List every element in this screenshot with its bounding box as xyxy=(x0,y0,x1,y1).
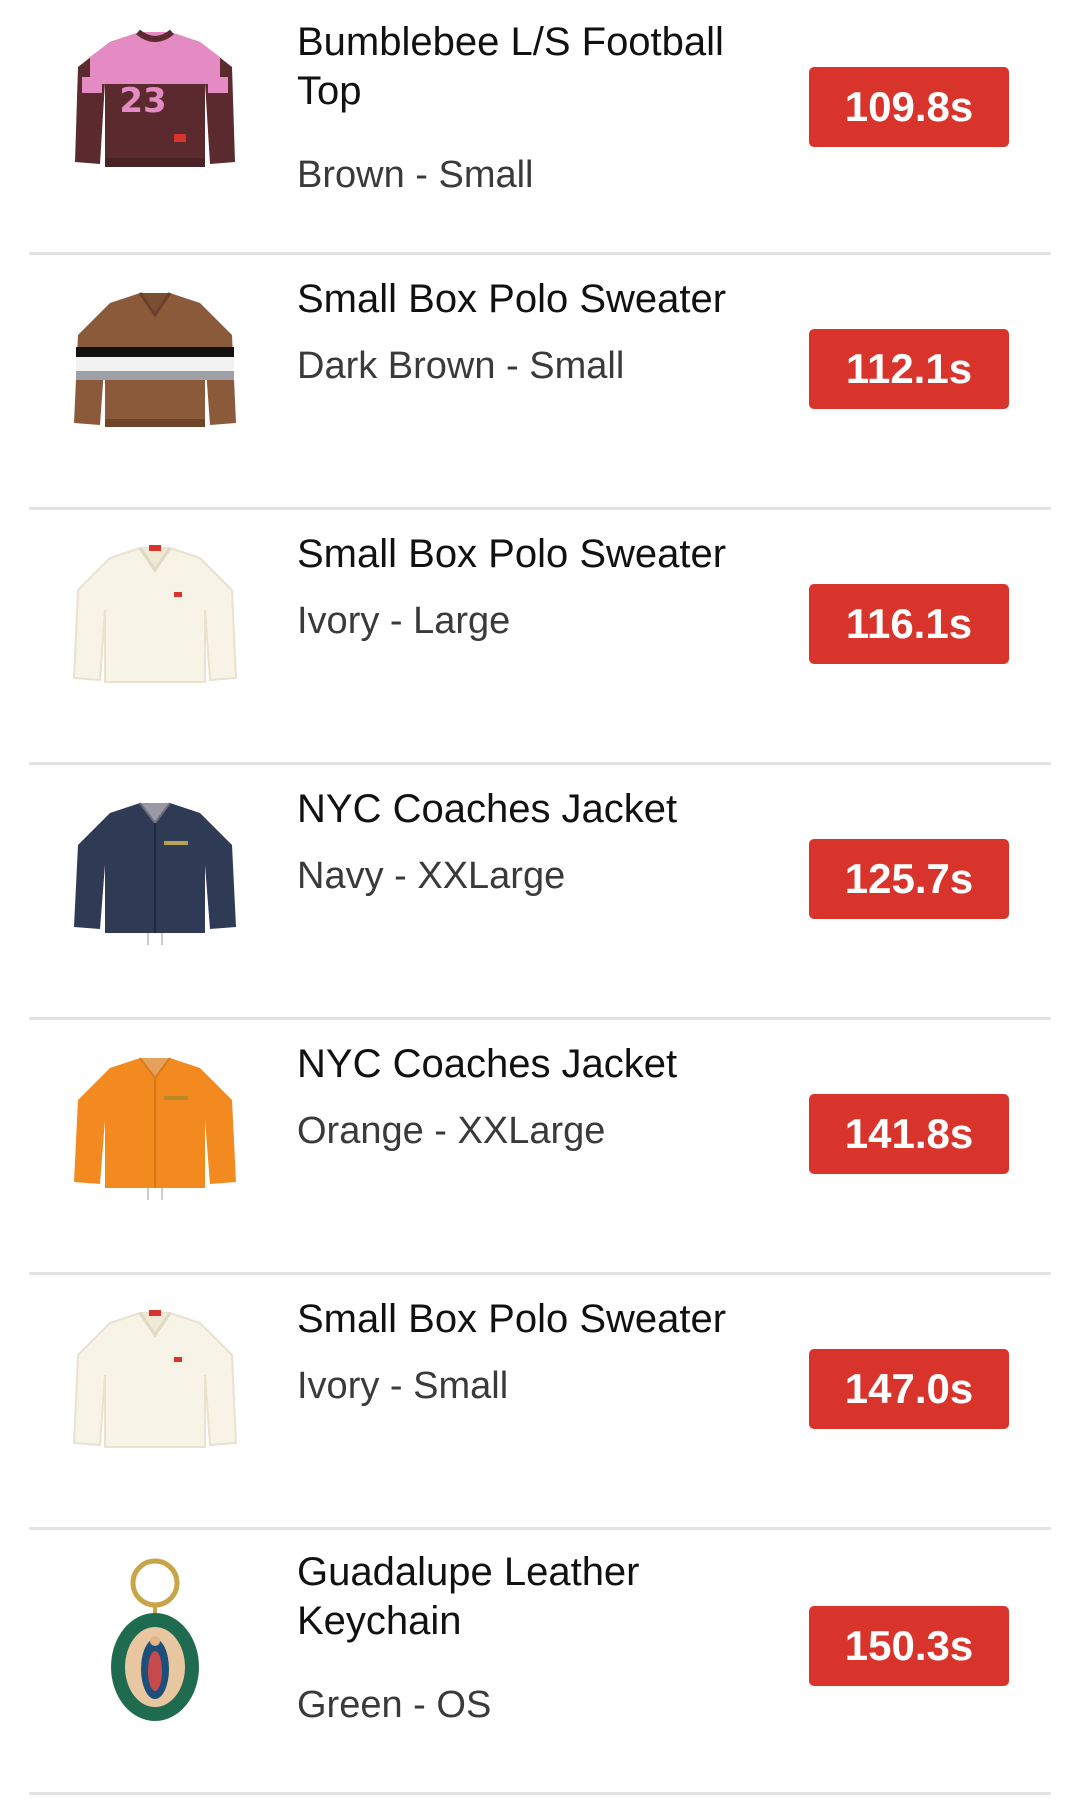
list-item[interactable]: Small Box Polo Sweater Dark Brown - Smal… xyxy=(29,255,1051,510)
price-badge[interactable]: 109.8s xyxy=(809,67,1009,147)
product-variant: Orange - XXLarge xyxy=(297,1110,606,1152)
product-list: 23 Bumblebee L/S Football Top Brown - Sm… xyxy=(0,0,1080,1802)
price-badge[interactable]: 112.1s xyxy=(809,329,1009,409)
green-keychain-icon xyxy=(70,1555,240,1725)
price-badge[interactable]: 125.7s xyxy=(809,839,1009,919)
price-badge[interactable]: 147.0s xyxy=(809,1349,1009,1429)
product-variant: Navy - XXLarge xyxy=(297,855,566,897)
list-item[interactable]: NYC Coaches Jacket Orange - XXLarge 141.… xyxy=(29,1020,1051,1275)
brown-football-top-icon: 23 xyxy=(70,22,240,172)
svg-text:23: 23 xyxy=(119,81,166,121)
ivory-sweater-icon xyxy=(70,540,240,690)
list-item[interactable]: Small Box Polo Sweater Ivory - Small 147… xyxy=(29,1275,1051,1530)
brown-striped-sweater-icon xyxy=(70,285,240,435)
product-variant: Ivory - Large xyxy=(297,600,511,642)
price-badge[interactable]: 116.1s xyxy=(809,584,1009,664)
price-badge[interactable]: 141.8s xyxy=(809,1094,1009,1174)
orange-jacket-icon xyxy=(70,1050,240,1200)
list-item[interactable]: 23 Bumblebee L/S Football Top Brown - Sm… xyxy=(29,0,1051,255)
product-variant: Brown - Small xyxy=(297,154,534,196)
list-item[interactable]: Small Box Polo Sweater Ivory - Large 116… xyxy=(29,510,1051,765)
product-title: NYC Coaches Jacket xyxy=(297,1042,678,1086)
list-item[interactable]: Guadalupe Leather Keychain Green - OS 15… xyxy=(29,1530,1051,1795)
list-item[interactable]: NYC Coaches Jacket Navy - XXLarge 125.7s xyxy=(29,765,1051,1020)
product-variant: Green - OS xyxy=(297,1684,492,1726)
navy-jacket-icon xyxy=(70,795,240,945)
product-title: Small Box Polo Sweater xyxy=(297,1297,727,1341)
product-title: Guadalupe Leather Keychain xyxy=(297,1550,640,1643)
price-badge[interactable]: 150.3s xyxy=(809,1606,1009,1686)
product-title: Small Box Polo Sweater xyxy=(297,277,727,321)
ivory-sweater-icon xyxy=(70,1305,240,1455)
product-variant: Ivory - Small xyxy=(297,1365,509,1407)
product-title: Bumblebee L/S Football Top xyxy=(297,20,724,113)
product-title: NYC Coaches Jacket xyxy=(297,787,678,831)
product-title: Small Box Polo Sweater xyxy=(297,532,727,576)
product-variant: Dark Brown - Small xyxy=(297,345,625,387)
